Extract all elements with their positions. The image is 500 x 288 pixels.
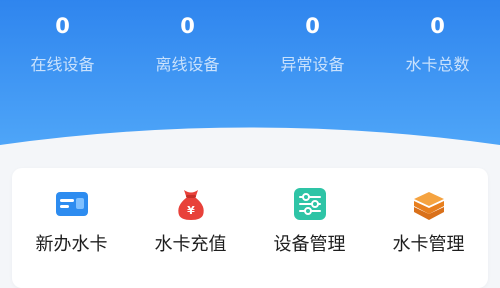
- stat-label: 异常设备: [280, 55, 345, 74]
- stat-label: 在线设备: [30, 55, 95, 74]
- stats-row: 0 在线设备 0 离线设备 0 异常设备 0 水卡总数: [0, 0, 500, 110]
- action-device-manage-button[interactable]: 设备管理: [250, 168, 369, 288]
- stat-value: 0: [305, 14, 320, 38]
- layers-icon: [413, 192, 444, 220]
- action-new-card-button[interactable]: 新办水卡: [12, 168, 131, 288]
- card-icon: [55, 192, 88, 216]
- svg-text:¥: ¥: [187, 204, 195, 217]
- stat-value: 0: [55, 14, 70, 38]
- action-card-manage-button[interactable]: 水卡管理: [369, 168, 488, 288]
- stat-online-devices[interactable]: 0 在线设备: [0, 0, 125, 110]
- stat-value: 0: [430, 14, 445, 38]
- stat-offline-devices[interactable]: 0 离线设备: [125, 0, 250, 110]
- sliders-icon: [293, 188, 326, 220]
- stat-value: 0: [180, 14, 195, 38]
- action-label: 水卡管理: [392, 234, 465, 255]
- quick-actions-panel: 新办水卡 ¥ 水卡充值 设备管理 水卡管理: [12, 168, 488, 288]
- action-label: 设备管理: [273, 234, 346, 255]
- stat-label: 水卡总数: [405, 55, 470, 74]
- stat-total-cards[interactable]: 0 水卡总数: [375, 0, 500, 110]
- money-bag-icon: ¥: [177, 190, 204, 220]
- action-label: 水卡充值: [154, 234, 227, 255]
- stat-abnormal-devices[interactable]: 0 异常设备: [250, 0, 375, 110]
- stat-label: 离线设备: [155, 55, 220, 74]
- action-recharge-button[interactable]: ¥ 水卡充值: [131, 168, 250, 288]
- action-label: 新办水卡: [35, 234, 108, 255]
